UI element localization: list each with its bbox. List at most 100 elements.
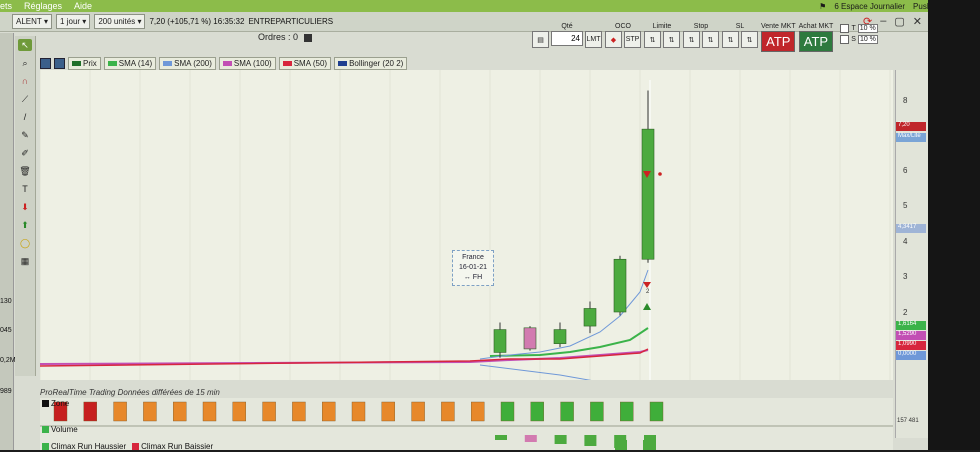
- minimize-icon[interactable]: –: [880, 15, 886, 28]
- zone-bar: [411, 401, 425, 422]
- zone-swatch: [42, 400, 49, 407]
- cursor-icon[interactable]: ↖: [18, 39, 32, 51]
- period-label: 1 jour: [60, 17, 81, 26]
- marker-label: 2: [646, 289, 650, 295]
- left-values-bar: 130 045 0,2M 989: [0, 33, 16, 450]
- maximize-icon[interactable]: ▢: [894, 15, 904, 28]
- price-axis[interactable]: 8 7 6 5 4 3 2 7,20 Max/Lite 4,3417 1,616…: [895, 70, 929, 438]
- t-label: T: [851, 25, 856, 32]
- flag-icon[interactable]: ⚑: [819, 2, 826, 11]
- stp-button[interactable]: STP: [624, 31, 641, 48]
- settings-indicator-icon[interactable]: [54, 58, 65, 69]
- menu-item-0[interactable]: ets: [0, 1, 12, 11]
- price-tag-max: Max/Lite: [896, 133, 926, 142]
- achat-atp-button[interactable]: ATP: [798, 31, 834, 52]
- zone-bar: [202, 401, 217, 422]
- stop-buy-icon[interactable]: ⇅: [702, 31, 719, 48]
- candle-body: [583, 308, 597, 327]
- price-tag-last: 7,20: [896, 122, 926, 131]
- price-chart-svg: 2: [39, 70, 891, 383]
- legend-item-sma14[interactable]: SMA (14): [103, 57, 157, 70]
- market-label: ENTREPARTICULIERS: [248, 17, 334, 26]
- left-value: 045: [0, 327, 12, 334]
- volume-bar: [554, 435, 567, 444]
- menu-item-aide[interactable]: Aide: [74, 1, 92, 11]
- volume-text: Volume: [51, 425, 78, 434]
- qty-input[interactable]: [551, 31, 583, 46]
- event-note[interactable]: France 16-01-21 ↔ FH: [452, 250, 494, 286]
- vente-group: Vente MKT ATP: [761, 22, 796, 52]
- volume-bar: [495, 435, 507, 440]
- y-tick: 5: [903, 201, 908, 210]
- t-checkbox[interactable]: T 10 %: [840, 24, 878, 33]
- vente-atp-button[interactable]: ATP: [761, 31, 796, 52]
- limit-sell-icon[interactable]: ⇅: [644, 31, 661, 48]
- legend-item-sma50[interactable]: SMA (50): [278, 57, 332, 70]
- zone-bar: [560, 401, 574, 422]
- s-checkbox[interactable]: S 10 %: [840, 35, 878, 44]
- candle-body: [553, 329, 567, 344]
- arrow-down-icon[interactable]: ⬇: [18, 201, 32, 213]
- legend-item-sma100[interactable]: SMA (100): [218, 57, 276, 70]
- workspace-label[interactable]: 6 Espace Journalier: [834, 2, 905, 11]
- close-icon[interactable]: ✕: [913, 15, 922, 28]
- oco-button[interactable]: ◆: [605, 31, 622, 48]
- price-tag-sma14: 1,6164: [896, 321, 926, 330]
- zone-bar: [143, 401, 157, 422]
- zone-bar: [590, 401, 604, 422]
- s-pct[interactable]: 10 %: [857, 35, 878, 44]
- sl-sell-icon[interactable]: ⇅: [722, 31, 739, 48]
- ruler-icon[interactable]: ⟋: [18, 93, 32, 105]
- legend-label: SMA (50): [293, 59, 328, 68]
- trash-icon[interactable]: 🗑: [18, 165, 32, 177]
- magnet-icon[interactable]: ∩: [18, 75, 32, 87]
- arrow-up-icon[interactable]: ⬆: [18, 219, 32, 231]
- swatch: [107, 61, 117, 66]
- legend-item-prix[interactable]: Prix: [68, 57, 101, 70]
- orders-indicator: Ordres : 0: [258, 32, 312, 42]
- vente-label: Vente MKT: [761, 23, 796, 30]
- symbol-selector[interactable]: ALENT ▾: [12, 14, 53, 29]
- zone-bar: [500, 401, 515, 422]
- qty-label: Qté: [561, 23, 573, 30]
- limit-buy-icon[interactable]: ⇅: [663, 31, 680, 48]
- sl-buy-icon[interactable]: ⇅: [741, 31, 758, 48]
- zone-bar: [649, 401, 664, 422]
- oco-group: OCO ◆ STP: [605, 22, 641, 48]
- pencil-icon[interactable]: ✎: [18, 129, 32, 141]
- brush-icon[interactable]: ✐: [18, 147, 32, 159]
- menu-item-reglages[interactable]: Réglages: [24, 1, 62, 11]
- legend-item-bollinger[interactable]: Bollinger (20 2): [334, 57, 408, 70]
- right-dark-panel: [928, 0, 980, 450]
- y-tick: 2: [903, 308, 908, 317]
- orders-count: 0: [293, 32, 299, 42]
- legend-item-sma200[interactable]: SMA (200): [159, 57, 216, 70]
- legend-label: Bollinger (20 2): [349, 59, 404, 68]
- orders-list-icon[interactable]: [303, 33, 312, 42]
- zone-bar: [620, 401, 634, 422]
- sl-group: SL ⇅ ⇅: [722, 22, 758, 48]
- data-delay-footer: ProRealTime Trading Données différées de…: [40, 388, 220, 397]
- zone-text: Zone: [51, 399, 70, 408]
- text-icon[interactable]: T: [18, 183, 32, 195]
- legend-label: SMA (14): [118, 59, 153, 68]
- t-pct[interactable]: 10 %: [857, 24, 878, 33]
- period-selector[interactable]: 1 jour ▾: [56, 14, 91, 29]
- line-icon[interactable]: /: [18, 111, 32, 123]
- ellipse-icon[interactable]: ◯: [18, 237, 32, 249]
- volume-bar: [643, 440, 655, 450]
- price-chart[interactable]: 2: [39, 70, 893, 383]
- units-selector[interactable]: 200 unités ▾: [94, 14, 146, 29]
- calculator-icon[interactable]: ▤: [532, 31, 549, 48]
- zoom-icon[interactable]: ⌕: [18, 57, 32, 69]
- sell-dot-marker: [658, 172, 662, 176]
- swatch: [282, 61, 292, 66]
- volume-value: 157 481: [897, 418, 919, 424]
- sl-label: SL: [735, 23, 745, 30]
- zone-bar: [530, 401, 544, 422]
- add-indicator-icon[interactable]: [40, 58, 51, 69]
- grid-icon[interactable]: ▦: [18, 255, 32, 267]
- lmt-button[interactable]: LMT: [585, 31, 602, 48]
- stop-sell-icon[interactable]: ⇅: [683, 31, 700, 48]
- volume-bar: [524, 435, 537, 442]
